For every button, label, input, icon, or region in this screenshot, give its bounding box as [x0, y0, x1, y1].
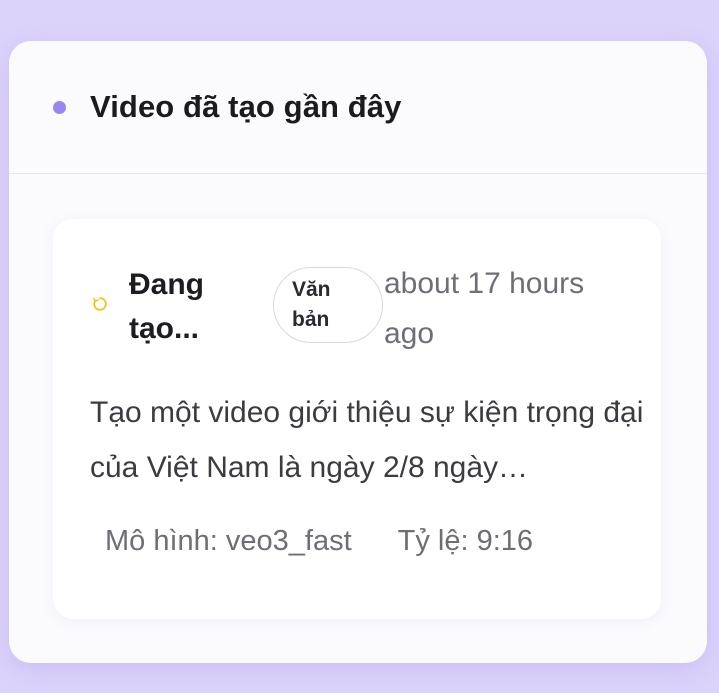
model-label: Mô hình: veo3_fast [105, 525, 352, 557]
status-label: Đang tạo... [129, 268, 204, 345]
recent-videos-panel: Video đã tạo gần đây Đang tạo... Văn bản… [9, 41, 707, 663]
panel-header: Video đã tạo gần đây [9, 41, 707, 174]
header-dot-icon [53, 100, 66, 114]
prompt-text: Tạo một video giới thiệu sự kiện trọng đ… [90, 396, 644, 484]
timestamp: about 17 hours ago [384, 267, 585, 350]
panel-title: Video đã tạo gần đây [90, 89, 402, 124]
meta-row: Mô hình: veo3_fast Tỷ lệ: 9:16 [105, 525, 533, 558]
ratio-label: Tỷ lệ: 9:16 [397, 525, 534, 557]
video-card[interactable]: Đang tạo... Văn bản about 17 hours ago T… [53, 219, 661, 619]
type-badge-label: Văn bản [292, 278, 331, 331]
type-badge: Văn bản [273, 267, 383, 343]
loading-spinner-icon [93, 297, 107, 311]
